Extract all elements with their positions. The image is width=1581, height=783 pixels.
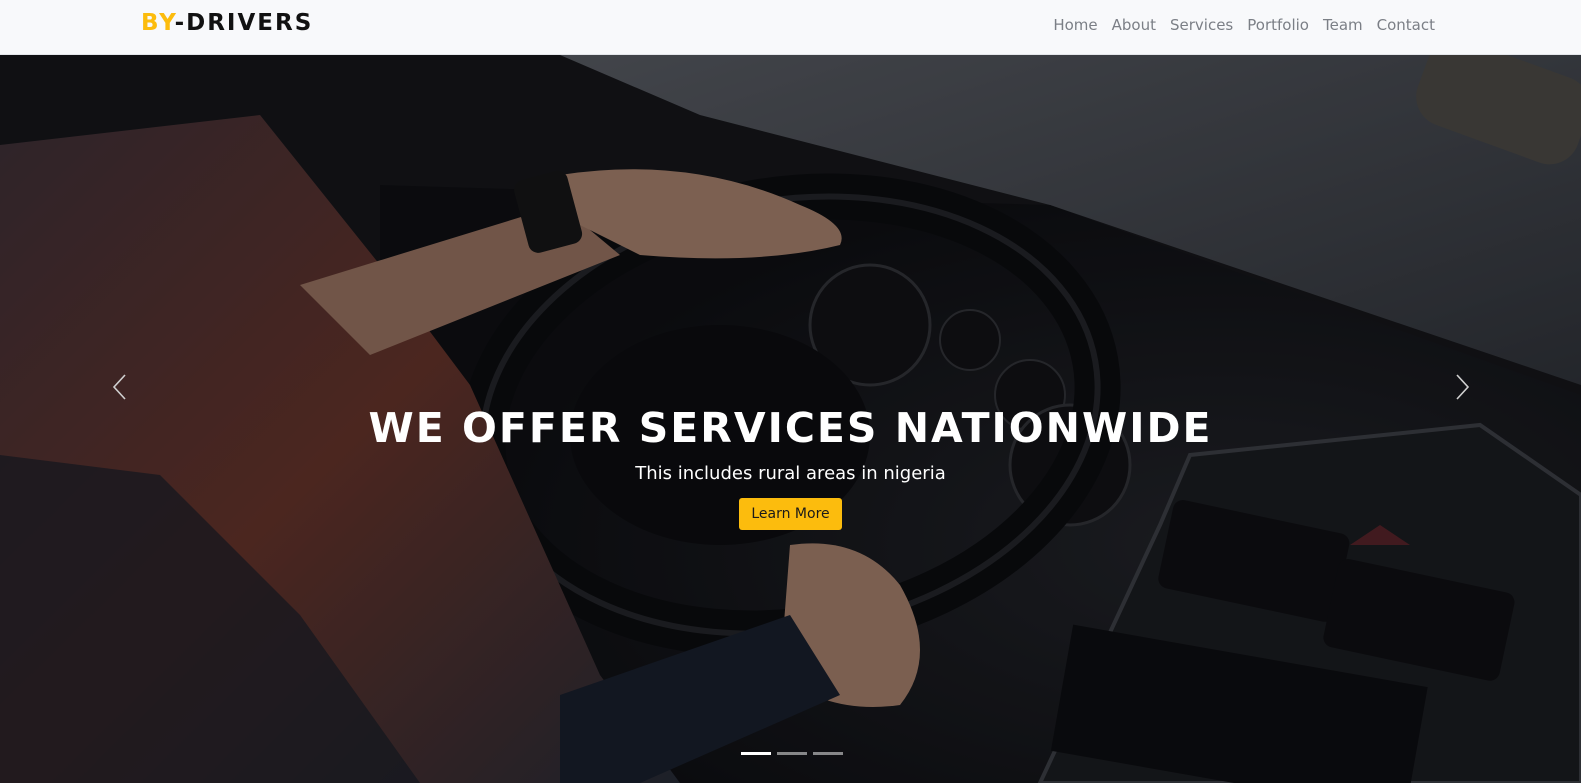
hero-carousel: WE OFFER SERVICES NATIONWIDE This includ…	[0, 55, 1581, 783]
brand-part-drivers: -DRIVERS	[174, 10, 314, 36]
brand-logo[interactable]: BY-DRIVERS	[141, 10, 313, 36]
chevron-right-icon	[1456, 374, 1470, 400]
carousel-prev-button[interactable]	[105, 370, 135, 404]
carousel-indicator-1[interactable]	[741, 752, 771, 755]
learn-more-button[interactable]: Learn More	[739, 498, 842, 530]
nav-links: Home About Services Portfolio Team Conta…	[1053, 16, 1435, 34]
carousel-next-button[interactable]	[1447, 370, 1477, 404]
hero-subtitle: This includes rural areas in nigeria	[635, 463, 946, 484]
hero-caption: WE OFFER SERVICES NATIONWIDE This includ…	[0, 405, 1581, 530]
carousel-indicators	[741, 752, 843, 755]
carousel-indicator-3[interactable]	[813, 752, 843, 755]
hero-title: WE OFFER SERVICES NATIONWIDE	[368, 404, 1213, 452]
nav-link-about[interactable]: About	[1112, 16, 1156, 34]
nav-link-team[interactable]: Team	[1323, 16, 1363, 34]
chevron-left-icon	[112, 374, 126, 400]
nav-link-portfolio[interactable]: Portfolio	[1247, 16, 1309, 34]
nav-link-home[interactable]: Home	[1053, 16, 1097, 34]
nav-link-contact[interactable]: Contact	[1377, 16, 1435, 34]
navbar: BY-DRIVERS Home About Services Portfolio…	[0, 0, 1581, 55]
brand-part-by: BY	[141, 10, 175, 36]
carousel-indicator-2[interactable]	[777, 752, 807, 755]
nav-link-services[interactable]: Services	[1170, 16, 1233, 34]
